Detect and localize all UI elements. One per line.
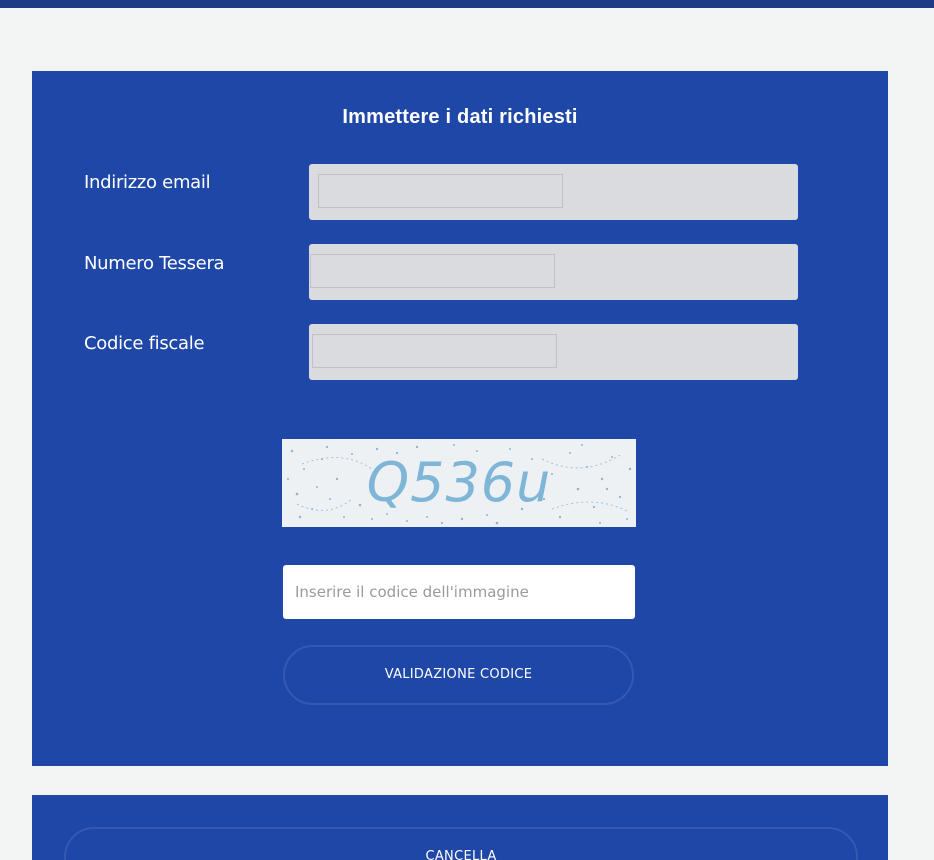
captcha-code: Q536u	[366, 451, 552, 514]
cancel-button[interactable]: CANCELLA	[64, 827, 858, 860]
tax-code-input[interactable]	[312, 334, 557, 368]
form-title: Immettere i dati richiesti	[342, 106, 578, 128]
email-label: Indirizzo email	[84, 172, 211, 193]
validate-code-button[interactable]: VALIDAZIONE CODICE	[283, 645, 634, 705]
top-header-bar	[0, 0, 934, 8]
tax-code-field[interactable]	[309, 324, 798, 380]
captcha-image: Q536u	[282, 439, 636, 527]
email-field[interactable]	[309, 164, 798, 220]
tax-code-label: Codice fiscale	[84, 333, 205, 354]
email-input[interactable]	[318, 174, 563, 208]
card-number-label: Numero Tessera	[84, 253, 225, 274]
actions-panel: CANCELLA	[32, 795, 888, 860]
card-number-field[interactable]	[309, 244, 798, 300]
captcha-code-input[interactable]	[283, 565, 635, 619]
card-number-input[interactable]	[310, 254, 555, 288]
